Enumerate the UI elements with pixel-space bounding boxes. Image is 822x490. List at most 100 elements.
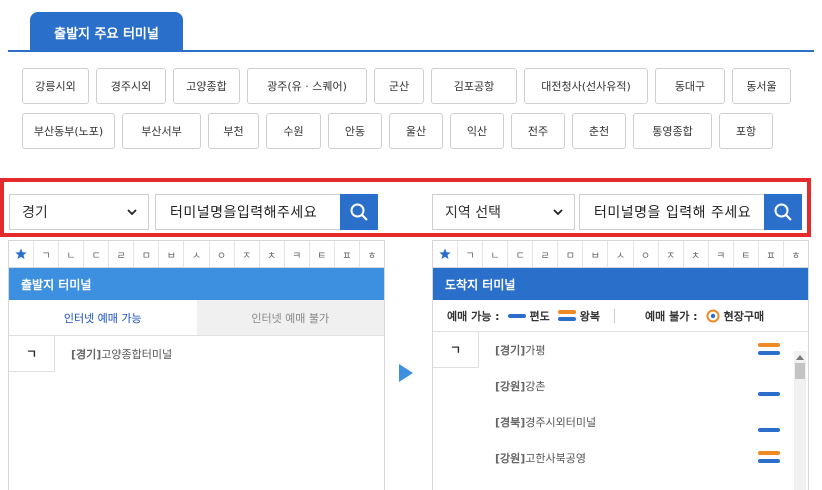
consonant-filter[interactable]: ㅁ — [134, 241, 160, 267]
chevron-down-icon — [553, 209, 563, 216]
terminal-button[interactable]: 대전청사(선사유적) — [524, 68, 648, 104]
consonant-filter[interactable]: ㅂ — [583, 241, 609, 267]
terminal-button[interactable]: 수원 — [266, 113, 321, 149]
terminal-button[interactable]: 김포공항 — [431, 68, 517, 104]
terminal-button[interactable]: 포항 — [719, 113, 773, 149]
favorites-star-icon[interactable] — [9, 241, 35, 267]
list-item[interactable]: [강원]강촌 — [433, 368, 808, 404]
terminal-button[interactable]: 익산 — [450, 113, 504, 149]
terminal-label: 고한사북공영 — [525, 452, 587, 465]
terminal-region: [강원] — [495, 380, 526, 393]
legend-oneway-label: 편도 — [529, 309, 550, 323]
terminal-button[interactable]: 안동 — [328, 113, 382, 149]
consonant-filter[interactable]: ㅇ — [634, 241, 659, 267]
terminal-button[interactable]: 강릉시외 — [22, 68, 89, 104]
arrival-list-scrollbar[interactable] — [794, 351, 806, 490]
favorites-star-icon[interactable] — [433, 241, 459, 267]
consonant-filter[interactable]: ㅊ — [684, 241, 709, 267]
arrival-search-button[interactable] — [764, 194, 802, 230]
consonant-filter[interactable]: ㅅ — [608, 241, 634, 267]
departure-search-button[interactable] — [340, 194, 378, 230]
arrival-panel-title: 도착지 터미널 — [433, 268, 808, 300]
departure-input-placeholder: 터미널명을입력해주세요 — [170, 205, 318, 221]
consonant-filter[interactable]: ㄴ — [483, 241, 509, 267]
consonant-filter[interactable]: ㅍ — [335, 241, 360, 267]
consonant-filter[interactable]: ㅎ — [360, 241, 384, 267]
search-icon — [774, 203, 792, 221]
terminal-name: [경기]가평 — [495, 342, 546, 358]
departure-sub-tabs: 인터넷 예매 가능 인터넷 예매 불가 — [9, 300, 384, 336]
scroll-up-icon[interactable] — [794, 351, 806, 363]
consonant-filter[interactable]: ㅍ — [759, 241, 784, 267]
arrival-region-value: 지역 선택 — [445, 205, 501, 221]
terminal-name: [강원]강촌 — [495, 378, 546, 394]
consonant-filter[interactable]: ㄷ — [84, 241, 110, 267]
terminal-region: [경북] — [495, 416, 526, 429]
major-terminal-row: 부산동부(노포) 부산서부 부천 수원 안동 울산 익산 전주 춘천 통영종합 포항 — [22, 113, 802, 149]
list-item[interactable]: [강원]고한사북공영 — [433, 440, 808, 476]
terminal-region: [경기] — [495, 344, 526, 357]
arrow-right-icon — [399, 364, 413, 382]
terminal-button[interactable]: 동서울 — [732, 68, 791, 104]
terminal-label: 경주시외터미널 — [525, 416, 597, 429]
major-terminal-list: 강릉시외 경주시외 고양종합 광주(유 · 스퀘어) 군산 김포공항 대전청사(선사유적) 동… — [22, 68, 802, 158]
terminal-button[interactable]: 경주시외 — [96, 68, 166, 104]
consonant-filter[interactable]: ㄹ — [533, 241, 559, 267]
consonant-filter[interactable]: ㅌ — [734, 241, 759, 267]
terminal-button[interactable]: 부산동부(노포) — [22, 113, 115, 149]
terminal-button[interactable]: 부천 — [208, 113, 259, 149]
arrival-input-placeholder: 터미널명을 입력해 주세요 — [594, 205, 752, 221]
consonant-filter[interactable]: ㅊ — [260, 241, 285, 267]
terminal-button[interactable]: 춘천 — [572, 113, 626, 149]
consonant-filter[interactable]: ㅅ — [184, 241, 210, 267]
consonant-filter[interactable]: ㅈ — [235, 241, 260, 267]
booking-legend: 예매 가능 : 편도 왕복 예매 불가 : 현장구매 — [433, 300, 808, 332]
terminal-search-bar: 경기 터미널명을입력해주세요 지역 선택 터미널명을 입력해 주세요 — [0, 178, 811, 237]
consonant-filter[interactable]: ㅌ — [310, 241, 335, 267]
consonant-filter[interactable]: ㅈ — [659, 241, 684, 267]
consonant-filter[interactable]: ㅁ — [558, 241, 584, 267]
list-item[interactable]: [경북]경주시외터미널 — [433, 404, 808, 440]
terminal-button[interactable]: 부산서부 — [122, 113, 201, 149]
terminal-button[interactable]: 전주 — [511, 113, 565, 149]
consonant-filter[interactable]: ㄷ — [508, 241, 534, 267]
terminal-button[interactable]: 광주(유 · 스퀘어) — [247, 68, 367, 104]
scrollbar-thumb[interactable] — [795, 363, 805, 379]
terminal-button[interactable]: 군산 — [374, 68, 424, 104]
arrival-terminal-input[interactable]: 터미널명을 입력해 주세요 — [579, 194, 765, 230]
tab-internet-unavailable[interactable]: 인터넷 예매 불가 — [196, 300, 384, 335]
consonant-index: ㄱㄴㄷㄹㅁㅂㅅㅇㅈㅊㅋㅌㅍㅎ — [9, 241, 384, 268]
terminal-button[interactable]: 동대구 — [655, 68, 725, 104]
consonant-filter[interactable]: ㄴ — [59, 241, 85, 267]
departure-region-select[interactable]: 경기 — [9, 194, 149, 230]
legend-roundtrip: 왕복 — [557, 308, 600, 324]
list-item[interactable]: [경기]가평 — [433, 332, 808, 368]
consonant-filter[interactable]: ㅋ — [709, 241, 734, 267]
consonant-filter[interactable]: ㅂ — [159, 241, 185, 267]
tab-bar: 출발지 주요 터미널 — [8, 12, 814, 52]
terminal-button[interactable]: 통영종합 — [633, 113, 712, 149]
tab-internet-available[interactable]: 인터넷 예매 가능 — [9, 300, 197, 335]
arrival-terminal-panel: ㄱㄴㄷㄹㅁㅂㅅㅇㅈㅊㅋㅌㅍㅎ 도착지 터미널 예매 가능 : 편도 왕복 예매 … — [432, 240, 809, 490]
consonant-filter[interactable]: ㅋ — [285, 241, 310, 267]
list-item[interactable]: ㄱ [경기]고양종합터미널 — [9, 336, 384, 372]
consonant-group-label: ㄱ — [9, 336, 55, 372]
consonant-filter[interactable]: ㄹ — [109, 241, 135, 267]
consonant-filter[interactable]: ㅎ — [784, 241, 808, 267]
departure-terminal-input[interactable]: 터미널명을입력해주세요 — [155, 194, 341, 230]
consonant-filter[interactable]: ㄱ — [34, 241, 60, 267]
terminal-button[interactable]: 고양종합 — [173, 68, 240, 104]
consonant-filter[interactable]: ㄱ — [458, 241, 484, 267]
terminal-label: 강촌 — [525, 380, 546, 393]
arrival-region-select[interactable]: 지역 선택 — [432, 194, 575, 230]
tab-major-terminals[interactable]: 출발지 주요 터미널 — [30, 12, 183, 52]
legend-onsite-label: 현장구매 — [723, 309, 765, 323]
consonant-filter[interactable]: ㅇ — [210, 241, 235, 267]
consonant-group-label: ㄱ — [433, 332, 479, 368]
legend-available-label: 예매 가능 : — [447, 309, 500, 323]
oneway-icon — [758, 382, 780, 401]
terminal-region: [강원] — [495, 452, 526, 465]
chevron-down-icon — [127, 209, 137, 216]
legend-onsite: 현장구매 — [706, 308, 764, 324]
terminal-button[interactable]: 울산 — [389, 113, 443, 149]
